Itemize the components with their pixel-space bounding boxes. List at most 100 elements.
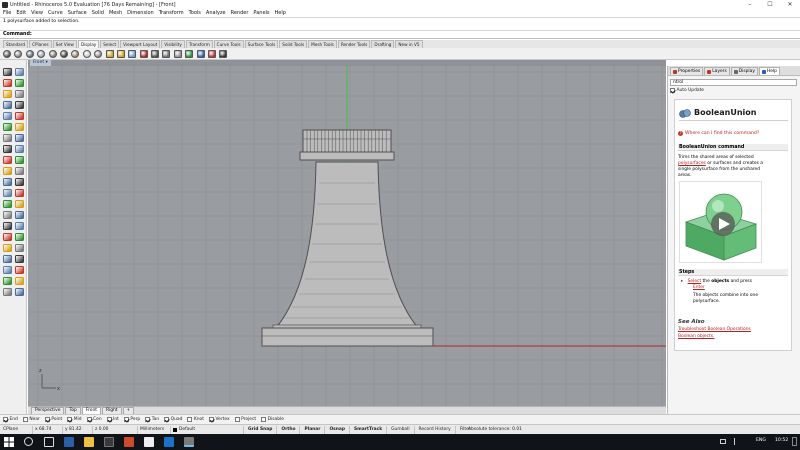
arc-icon[interactable] (15, 90, 24, 98)
text-icon[interactable] (15, 112, 24, 120)
toggle-shade-icon[interactable] (94, 49, 103, 58)
osnap-mid[interactable]: Mid (67, 417, 82, 422)
checkbox-icon[interactable] (145, 417, 151, 422)
artistic-sphere-icon[interactable] (71, 49, 80, 58)
toolbar-tab-new-in-v5[interactable]: New in V5 (395, 40, 423, 48)
boolean-union-icon[interactable] (3, 167, 12, 175)
osnap-disable[interactable]: Disable (261, 417, 284, 422)
where-find-link[interactable]: ? Where can I find this command? (678, 131, 759, 136)
panel-tab-help[interactable]: Help (758, 67, 780, 75)
toggle-planar[interactable]: Planar (299, 426, 324, 434)
menu-item-view[interactable]: View (31, 10, 43, 16)
menu-item-panels[interactable]: Panels (253, 10, 269, 16)
menu-item-transform[interactable]: Transform (159, 10, 184, 16)
revolve-icon[interactable] (15, 134, 24, 142)
menu-item-render[interactable]: Render (231, 10, 249, 16)
toggle-smarttrack[interactable]: SmartTrack (349, 426, 386, 434)
task-view-icon[interactable] (44, 437, 54, 447)
viewport-canvas[interactable]: zx (28, 66, 666, 406)
clock[interactable]: 10:52 (775, 438, 788, 443)
language-indicator[interactable]: ENG (756, 438, 766, 443)
toolbar-tab-cplanes[interactable]: CPlanes (29, 40, 52, 48)
select-link[interactable]: Select (688, 279, 702, 284)
shaded-sphere-icon[interactable] (14, 49, 23, 58)
surface-corner-icon[interactable] (3, 123, 12, 131)
osnap-end[interactable]: End (3, 417, 18, 422)
chrome-icon[interactable] (144, 437, 154, 447)
sphere-shaded-icon[interactable] (162, 49, 171, 58)
volume-icon[interactable] (734, 438, 740, 445)
menu-item-dimension[interactable]: Dimension (127, 10, 154, 16)
checkbox-icon[interactable] (106, 417, 112, 422)
toggle-grid-snap[interactable]: Grid Snap (243, 426, 276, 434)
osnap-cen[interactable]: Cen (86, 417, 102, 422)
menu-item-solid[interactable]: Solid (92, 10, 104, 16)
ghosted-sphere-icon[interactable] (37, 49, 46, 58)
osnap-near[interactable]: Near (22, 417, 40, 422)
split-icon[interactable] (15, 211, 24, 219)
toolbar-tab-standard[interactable]: Standard (3, 40, 29, 48)
menu-item-surface[interactable]: Surface (68, 10, 87, 16)
toolbar-tab-set-view[interactable]: Set View (52, 40, 77, 48)
see-also-link-2[interactable]: Boolean objects. (678, 334, 714, 339)
edge-icon[interactable] (64, 437, 74, 447)
menu-item-curve[interactable]: Curve (48, 10, 63, 16)
checkbox-icon[interactable] (3, 417, 8, 422)
checkbox-icon[interactable] (234, 417, 240, 422)
cortana-icon[interactable] (24, 437, 33, 446)
polyline-icon[interactable] (3, 79, 12, 87)
explode-icon[interactable] (15, 200, 24, 208)
viewport-menu-arrow-icon[interactable]: ▾ (46, 60, 48, 65)
wireframe-display-icon[interactable] (151, 49, 160, 58)
analyze-icon[interactable] (3, 266, 12, 274)
checkbox-icon[interactable] (208, 417, 214, 422)
osnap-tan[interactable]: Tan (145, 417, 159, 422)
osnap-int[interactable]: Int (106, 417, 119, 422)
checkbox-icon[interactable] (67, 417, 73, 422)
select-arrow-icon[interactable] (3, 68, 12, 76)
toolbar-tab-surface-tools[interactable]: Surface Tools (244, 40, 279, 48)
panel-tab-properties[interactable]: Properties (670, 67, 704, 75)
toolbar-tab-transform[interactable]: Transform (185, 40, 213, 48)
grid-tool-icon[interactable] (3, 277, 12, 285)
render-icon[interactable] (15, 178, 24, 186)
enter-link[interactable]: Enter (693, 285, 705, 291)
circle-icon[interactable] (3, 90, 12, 98)
solid-sphere-icon[interactable] (15, 156, 24, 164)
toggle-record-history[interactable]: Record History (413, 426, 455, 434)
toolbar-tab-select[interactable]: Select (100, 40, 120, 48)
explorer-icon[interactable] (84, 437, 94, 447)
notifications-icon[interactable] (792, 437, 797, 446)
menu-item-tools[interactable]: Tools (189, 10, 201, 16)
light-icon[interactable] (196, 49, 205, 58)
sphere-render-icon[interactable] (173, 49, 182, 58)
menu-item-analyze[interactable]: Analyze (206, 10, 226, 16)
rendered-sphere-icon[interactable] (25, 49, 34, 58)
store-icon[interactable] (104, 437, 114, 447)
checkbox-icon[interactable] (44, 417, 50, 422)
help-video-thumbnail[interactable] (679, 181, 762, 263)
copy-icon[interactable] (15, 222, 24, 230)
osnap-quad[interactable]: Quad (164, 417, 182, 422)
rectangle-icon[interactable] (15, 101, 24, 109)
boolean-difference-icon[interactable] (15, 167, 24, 175)
rhino-taskbar-icon[interactable] (184, 437, 194, 447)
toolbar-tab-mesh-tools[interactable]: Mesh Tools (308, 40, 337, 48)
close-button[interactable]: ✕ (780, 0, 800, 9)
checkbox-icon[interactable] (187, 417, 193, 422)
solid-box-icon[interactable] (3, 156, 12, 164)
osnap-project[interactable]: Project (234, 417, 256, 422)
toolbar-tab-curve-tools[interactable]: Curve Tools (213, 40, 244, 48)
hide-icon[interactable] (208, 49, 217, 58)
toggle-gumball[interactable]: Gumball (386, 426, 413, 434)
toolbar-tab-drafting[interactable]: Drafting (371, 40, 395, 48)
scale-icon[interactable] (15, 233, 24, 241)
snapshot-icon[interactable] (15, 266, 24, 274)
panel-tab-layers[interactable]: Layers (704, 67, 730, 75)
osnap-knot[interactable]: Knot (187, 417, 204, 422)
windows-start-icon[interactable] (4, 437, 14, 447)
loft-icon[interactable] (3, 134, 12, 142)
viewport-front[interactable]: zx (28, 66, 666, 406)
toolbar-tab-viewport-layout[interactable]: Viewport Layout (120, 40, 161, 48)
patch-icon[interactable] (15, 145, 24, 153)
